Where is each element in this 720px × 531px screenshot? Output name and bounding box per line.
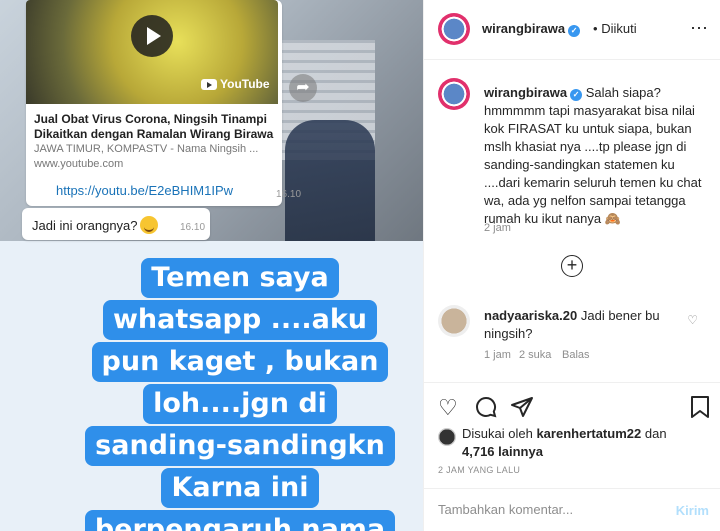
follow-status[interactable]: • Diikuti (593, 21, 637, 36)
likes-summary: Disukai oleh karenhertatum22 dan 4,716 l… (438, 425, 708, 461)
comment-time[interactable]: 2 jam (484, 222, 511, 234)
reply-username[interactable]: nadyaariska.20 (484, 308, 577, 323)
comment-bubble-svg (476, 396, 497, 418)
message-time: 16.10 (276, 189, 302, 200)
video-thumbnail[interactable]: YouTube (26, 0, 278, 104)
whatsapp-link-bubble: YouTube Jual Obat Virus Corona, Ningsih … (26, 0, 301, 206)
comment-input[interactable] (438, 502, 658, 517)
more-options-icon[interactable]: ⋯ (690, 18, 709, 39)
forward-icon: ➦ (289, 74, 317, 102)
post-header: wirangbirawa ✓ • Diikuti ⋯ (424, 0, 720, 60)
reply-likes[interactable]: 2 suka (519, 349, 551, 361)
likes-prefix: Disukai oleh (462, 426, 533, 441)
save-bookmark-icon[interactable] (689, 395, 711, 425)
follow-status-label[interactable]: Diikuti (601, 21, 636, 36)
reply-time[interactable]: 1 jam (484, 349, 511, 361)
play-icon[interactable] (131, 15, 173, 57)
comment-like-heart-icon[interactable]: ♡ (687, 313, 698, 327)
likes-joiner: dan (644, 426, 667, 441)
message-text: Jadi ini orangnya? (32, 216, 158, 234)
liker-username[interactable]: karenhertatum22 (536, 426, 641, 441)
post-actions: ♡ Disukai oleh karenhertatum22 dan 4,716… (424, 382, 720, 531)
likes-others-count[interactable]: 4,716 lainnya (462, 444, 543, 459)
link-subtitle: JAWA TIMUR, KOMPASTV - Nama Ningsih ... (34, 143, 259, 155)
reply-author-avatar[interactable] (438, 305, 470, 337)
grinning-emoji-icon (139, 216, 158, 234)
link-title: Jual Obat Virus Corona, Ningsih Tinampi … (34, 112, 274, 141)
comment-author-avatar[interactable] (438, 78, 470, 110)
author-username[interactable]: wirangbirawa ✓ (482, 21, 581, 37)
caption-line: berpengaruh nama (84, 510, 396, 531)
post-comment-button[interactable]: Kirim (676, 503, 709, 518)
comment-icon[interactable] (474, 395, 498, 425)
message-time: 16.10 (180, 222, 206, 233)
comment-username[interactable]: wirangbirawa ✓ (484, 85, 583, 101)
reply-comment: nadyaariska.20 Jadi bener bu ningsih? (484, 307, 684, 343)
post-image[interactable]: YouTube Jual Obat Virus Corona, Ningsih … (0, 0, 423, 531)
share-paperplane-svg (511, 397, 533, 417)
post-caption-comment: wirangbirawa ✓ Salah siapa? hmmmmm tapi m… (484, 84, 706, 228)
message-body: Jadi ini orangnya? (32, 218, 138, 233)
youtube-logo: YouTube (201, 77, 270, 91)
username-text[interactable]: wirangbirawa (482, 21, 565, 36)
youtube-label: YouTube (220, 77, 270, 91)
post-timestamp[interactable]: 2 JAM YANG LALU (438, 465, 520, 475)
bookmark-svg (691, 396, 709, 418)
caption-line: Karna ini (161, 468, 319, 508)
caption-line: pun kaget , bukan (91, 342, 389, 382)
instagram-post-view: YouTube Jual Obat Virus Corona, Ningsih … (0, 0, 720, 531)
post-sidebar: wirangbirawa ✓ • Diikuti ⋯ wirangbirawa ✓ … (423, 0, 720, 531)
add-comment-bar: Kirim (424, 488, 720, 531)
share-icon[interactable] (510, 395, 534, 425)
comment-body: Salah siapa? hmmmmm tapi masyarakat bisa… (484, 85, 702, 226)
verified-icon: ✓ (570, 89, 583, 101)
caption-line: loh....jgn di (143, 384, 337, 424)
story-caption: Temen saya whatsapp ....aku pun kaget , … (80, 258, 400, 531)
whatsapp-message-bubble: Jadi ini orangnya? 16.10 (22, 208, 210, 240)
link-url[interactable]: https://youtu.be/E2eBHIM1IPw (56, 183, 233, 198)
person-photo (285, 120, 375, 241)
caption-line: whatsapp ....aku (102, 300, 378, 340)
load-more-comments-icon[interactable]: + (561, 255, 583, 277)
author-avatar[interactable] (438, 13, 470, 45)
like-heart-icon[interactable]: ♡ (438, 395, 458, 421)
verified-icon: ✓ (568, 25, 581, 37)
youtube-icon (201, 78, 217, 90)
separator-dot: • (593, 21, 598, 36)
comment-username-text[interactable]: wirangbirawa (484, 85, 567, 100)
reply-button[interactable]: Balas (562, 349, 590, 361)
caption-line: Temen saya (141, 258, 339, 298)
caption-line: sanding-sandingkn (85, 426, 395, 466)
link-domain: www.youtube.com (34, 158, 124, 170)
